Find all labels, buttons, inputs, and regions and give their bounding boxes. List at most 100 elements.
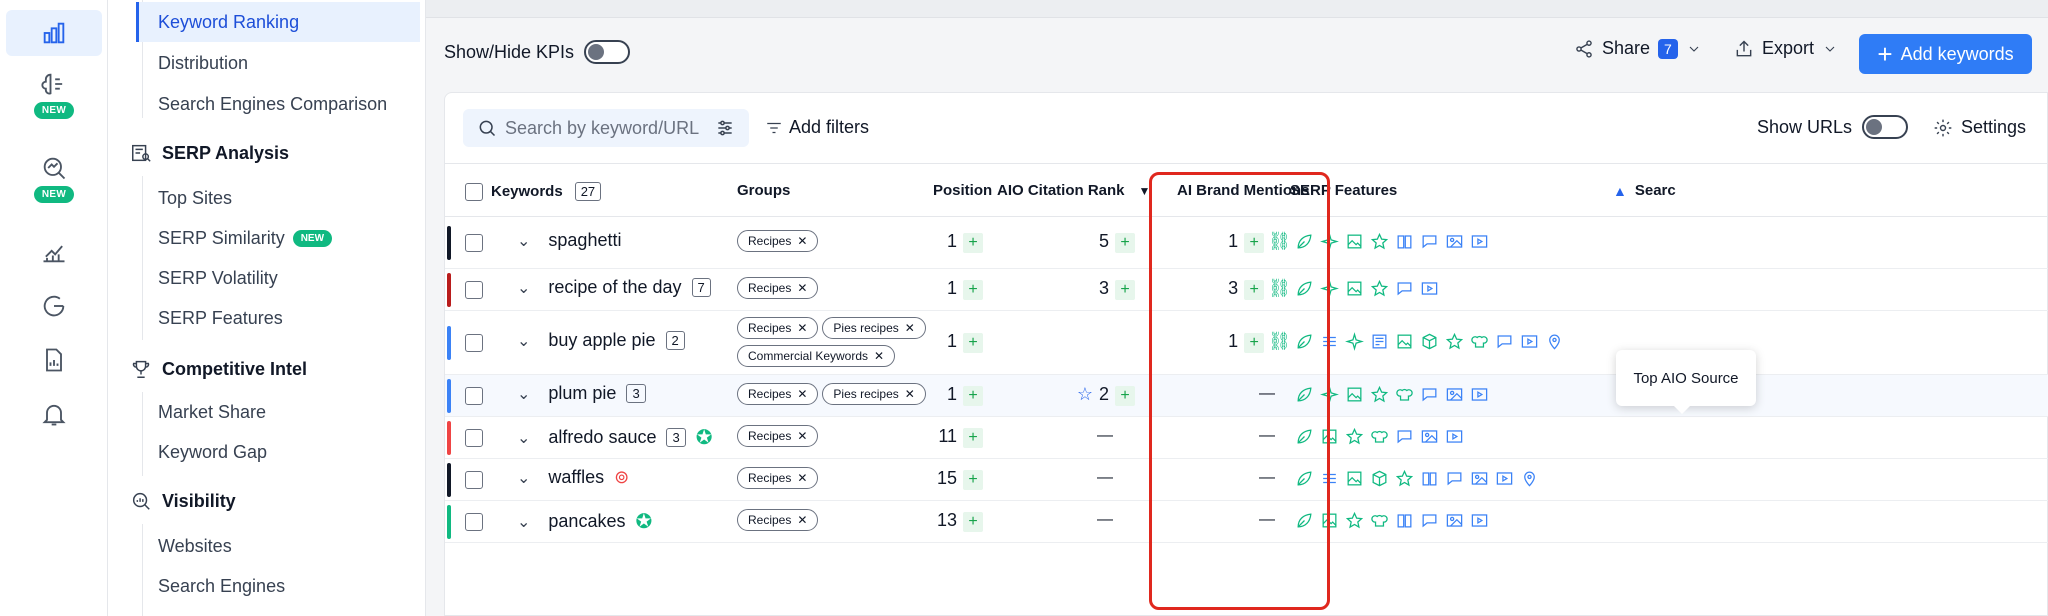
serp-photo-icon[interactable] [1445,385,1464,404]
nav-websites[interactable]: Websites [136,526,420,566]
group-tag[interactable]: Recipes ✕ [737,425,819,447]
serp-pin-icon[interactable] [1520,469,1539,488]
serp-star-icon[interactable] [1445,332,1464,351]
serp-star-icon[interactable] [1345,427,1364,446]
nav-serp-features[interactable]: SERP Features [136,298,420,338]
serp-pin-icon[interactable] [1545,332,1564,351]
chevron-down-icon[interactable]: ⌄ [517,331,530,351]
serp-video-icon[interactable] [1420,279,1439,298]
keyword-text[interactable]: spaghetti [548,230,621,251]
serp-analysis-nav[interactable]: NEW [6,154,102,203]
nav-top-sites[interactable]: Top Sites [136,178,420,218]
serp-video-icon[interactable] [1470,232,1489,251]
export-button[interactable]: Export [1734,38,1838,59]
row-checkbox[interactable] [465,387,483,405]
serp-image-icon[interactable] [1345,469,1364,488]
nav-serp-similarity[interactable]: SERP Similarity NEW [136,218,420,258]
serp-chef-icon[interactable] [1370,511,1389,530]
serp-chef-icon[interactable] [1470,332,1489,351]
nav-distribution[interactable]: Distribution [136,43,420,83]
serp-book-icon[interactable] [1395,511,1414,530]
groups-column-header[interactable]: Groups [737,182,790,199]
add-aio-button[interactable]: + [1115,233,1135,253]
serp-photo-icon[interactable] [1420,427,1439,446]
close-icon[interactable]: ✕ [797,513,807,527]
chevron-down-icon[interactable]: ⌄ [517,428,530,448]
nav-market-share[interactable]: Market Share [136,392,420,432]
serp-chat-icon[interactable] [1395,279,1414,298]
position-column-header[interactable]: Position [933,182,992,199]
nav-keyword-ranking[interactable]: Keyword Ranking [136,2,420,42]
add-position-button[interactable]: + [963,428,983,448]
google-nav[interactable] [6,292,102,320]
serp-video-icon[interactable] [1470,511,1489,530]
chevron-down-icon[interactable]: ⌄ [517,468,530,488]
group-tag[interactable]: Commercial Keywords ✕ [737,345,896,367]
keywords-column-header[interactable]: Keywords 27 [465,182,602,201]
serp-video-icon[interactable] [1445,427,1464,446]
serp-image-icon[interactable] [1345,279,1364,298]
search-engine-header[interactable]: ▲ Searc [1613,182,1676,199]
serp-chat-icon[interactable] [1395,427,1414,446]
chevron-down-icon[interactable]: ⌄ [517,512,530,532]
group-tag[interactable]: Pies recipes ✕ [822,317,926,339]
group-tag[interactable]: Recipes ✕ [737,277,819,299]
close-icon[interactable]: ✕ [905,387,915,401]
search-input[interactable]: Search by keyword/URL [463,109,749,147]
ai-nav[interactable]: NEW [6,70,102,119]
add-keywords-button[interactable]: + Add keywords [1859,34,2032,74]
add-position-button[interactable]: + [963,512,983,532]
serp-book-icon[interactable] [1395,232,1414,251]
keyword-text[interactable]: pancakes [548,511,625,532]
serp-photo-icon[interactable] [1470,469,1489,488]
group-tag[interactable]: Recipes ✕ [737,317,819,339]
serp-chat-icon[interactable] [1445,469,1464,488]
close-icon[interactable]: ✕ [797,471,807,485]
serp-box-icon[interactable] [1420,332,1439,351]
close-icon[interactable]: ✕ [905,321,915,335]
add-position-button[interactable]: + [963,233,983,253]
add-aio-button[interactable]: + [1115,386,1135,406]
chevron-down-icon[interactable]: ⌄ [517,384,530,404]
close-icon[interactable]: ✕ [797,234,807,248]
show-urls-toggle[interactable] [1862,115,1909,139]
serp-star-icon[interactable] [1395,469,1414,488]
row-checkbox[interactable] [465,471,483,489]
nav-serp-volatility[interactable]: SERP Volatility [136,258,420,298]
rank-tracker-nav[interactable] [6,10,102,56]
top-source-star-icon[interactable]: ☆ [1077,384,1093,404]
add-position-button[interactable]: + [963,386,983,406]
group-tag[interactable]: Pies recipes ✕ [822,383,926,405]
add-position-button[interactable]: + [963,280,983,300]
nav-search-engines-comparison[interactable]: Search Engines Comparison [136,84,420,124]
group-tag[interactable]: Recipes ✕ [737,509,819,531]
serp-chat-icon[interactable] [1420,232,1439,251]
close-icon[interactable]: ✕ [797,281,807,295]
alerts-nav[interactable] [6,400,102,428]
share-button[interactable]: Share 7 [1574,38,1702,59]
close-icon[interactable]: ✕ [797,321,807,335]
add-aio-button[interactable]: + [1115,280,1135,300]
visibility-heading[interactable]: Visibility [130,490,236,512]
serp-book-icon[interactable] [1420,469,1439,488]
select-all-checkbox[interactable] [465,182,483,201]
serp-news-icon[interactable] [1370,332,1389,351]
settings-button[interactable]: Settings [1933,117,2026,138]
serp-image-icon[interactable] [1395,332,1414,351]
nav-search-engines[interactable]: Search Engines [136,566,420,606]
serp-chat-icon[interactable] [1420,511,1439,530]
close-icon[interactable]: ✕ [874,349,884,363]
serp-sparkle-icon[interactable] [1345,332,1364,351]
serp-video-icon[interactable] [1520,332,1539,351]
keyword-text[interactable]: waffles [548,467,604,488]
serp-chat-icon[interactable] [1420,385,1439,404]
row-checkbox[interactable] [465,234,483,252]
serp-chef-icon[interactable] [1395,385,1414,404]
row-checkbox[interactable] [465,513,483,531]
serp-star-icon[interactable] [1370,279,1389,298]
group-tag[interactable]: Recipes ✕ [737,467,819,489]
serp-chef-icon[interactable] [1370,427,1389,446]
serp-image-icon[interactable] [1345,385,1364,404]
aio-citation-rank-header[interactable]: AIO Citation Rank ▼ [997,182,1150,199]
group-tag[interactable]: Recipes ✕ [737,230,819,252]
